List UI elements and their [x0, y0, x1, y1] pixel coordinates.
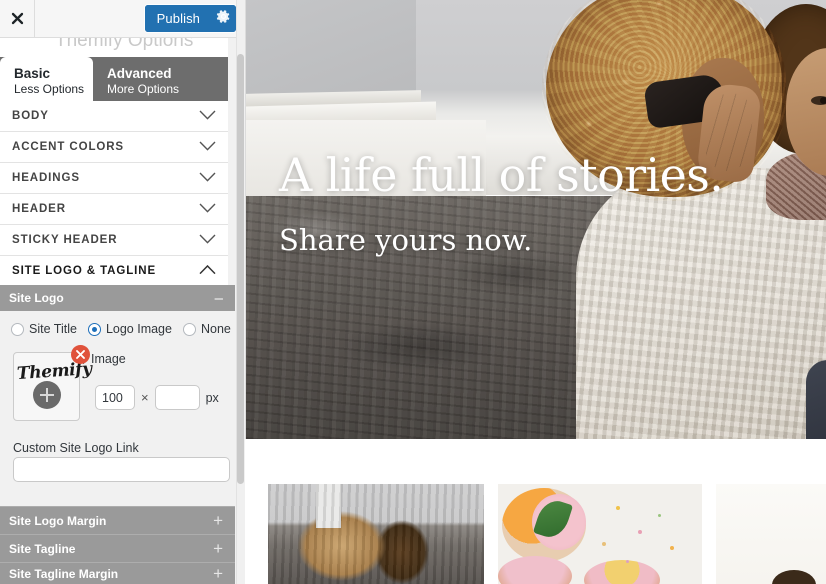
accordion-headings-label: HEADINGS	[12, 172, 80, 184]
accordion-header[interactable]: HEADER	[0, 194, 228, 225]
radio-none-label: None	[200, 322, 231, 336]
chevron-down-icon	[199, 107, 216, 125]
tab-advanced-subtitle: More Options	[107, 81, 180, 96]
sprinkle	[638, 530, 642, 534]
thumbnail-2[interactable]	[498, 484, 702, 584]
subsection-site-tagline[interactable]: Site Tagline +	[0, 534, 235, 562]
subsection-site-logo-header[interactable]: Site Logo –	[0, 285, 235, 311]
subsection-site-tagline-margin-label: Site Tagline Margin	[9, 566, 119, 581]
accordion-headings[interactable]: HEADINGS	[0, 163, 228, 194]
sprinkle	[626, 560, 629, 563]
tab-basic-subtitle: Less Options	[14, 81, 85, 96]
hero-section: A life full of stories. Share yours now.	[246, 0, 826, 439]
subsection-site-tagline-margin[interactable]: Site Tagline Margin +	[0, 562, 235, 584]
close-panel-button[interactable]	[0, 0, 35, 37]
minus-icon: –	[214, 289, 223, 307]
radio-logo-image-label: Logo Image	[105, 322, 172, 336]
accordion-body[interactable]: BODY	[0, 101, 228, 132]
plus-icon: +	[213, 539, 223, 558]
accordion-accent-colors[interactable]: ACCENT COLORS	[0, 132, 228, 163]
panel-tabs: Basic Less Options Advanced More Options	[0, 57, 228, 101]
thumb-window	[315, 484, 342, 528]
subsection-site-tagline-label: Site Tagline	[9, 541, 76, 556]
panel-scrollbar-thumb[interactable]	[237, 54, 244, 484]
radio-none[interactable]: None	[182, 322, 231, 336]
thumbnail-1-image	[268, 484, 484, 584]
sprinkle	[670, 546, 674, 550]
thumbnail-2-image	[498, 484, 702, 584]
tab-basic-title: Basic	[14, 65, 51, 81]
plus-circle-icon[interactable]	[33, 381, 61, 409]
radio-site-title-label: Site Title	[29, 322, 77, 336]
thumbnail-3[interactable]	[716, 484, 826, 584]
accordion-site-logo-tagline[interactable]: SITE LOGO & TAGLINE	[0, 256, 228, 287]
logo-width-input[interactable]	[95, 385, 135, 410]
donut-2	[498, 556, 572, 584]
chevron-up-icon	[199, 262, 216, 280]
custom-logo-link-label: Custom Site Logo Link	[13, 441, 139, 455]
donut-3	[584, 560, 660, 584]
tab-basic[interactable]: Basic Less Options	[0, 57, 93, 101]
chevron-down-icon	[199, 200, 216, 218]
hero-text-block: A life full of stories. Share yours now.	[246, 0, 826, 439]
accordion-sticky-header[interactable]: STICKY HEADER	[0, 225, 228, 256]
plus-icon: +	[213, 511, 223, 530]
thumb-portrait-head	[772, 570, 816, 584]
radio-none-control[interactable]	[182, 322, 196, 336]
size-separator: ×	[141, 390, 149, 405]
accordion-body-label: BODY	[12, 110, 49, 122]
accordion-accent-colors-label: ACCENT COLORS	[12, 141, 125, 153]
subsection-site-logo-margin-label: Site Logo Margin	[9, 513, 107, 528]
subsection-site-logo-margin[interactable]: Site Logo Margin +	[0, 506, 235, 534]
gear-icon	[216, 9, 231, 29]
site-logo-thumbnail[interactable]: Themify	[13, 345, 92, 421]
panel-topbar: Publish	[0, 0, 245, 38]
customizer-panel: Themify Options Publish Basic Less Optio…	[0, 0, 245, 584]
logo-height-input[interactable]	[154, 385, 200, 410]
thumbnail-1[interactable]	[268, 484, 484, 584]
radio-logo-image-control[interactable]	[87, 322, 101, 336]
remove-x-icon[interactable]	[71, 345, 90, 364]
panel-scrolled-title: Themify Options	[0, 38, 228, 57]
publish-settings-button[interactable]	[210, 5, 236, 32]
sprinkle	[658, 514, 661, 517]
sprinkle	[602, 542, 606, 546]
chevron-down-icon	[199, 138, 216, 156]
accordion-sticky-header-label: STICKY HEADER	[12, 234, 118, 246]
thumbnail-3-image	[716, 484, 826, 584]
customizer-screen: Themify Options Publish Basic Less Optio…	[0, 0, 826, 584]
hero-headline: A life full of stories.	[279, 148, 724, 202]
chevron-down-icon	[199, 231, 216, 249]
publish-group: Publish	[144, 5, 236, 32]
sprinkle	[616, 506, 620, 510]
radio-site-title-control[interactable]	[11, 322, 24, 336]
accordion-site-logo-tagline-label: SITE LOGO & TAGLINE	[12, 265, 157, 277]
subsection-site-logo-label: Site Logo	[9, 291, 64, 305]
accordion-header-label: HEADER	[12, 203, 66, 215]
plus-icon: +	[213, 564, 223, 583]
close-x-icon	[11, 12, 24, 25]
size-unit-label: px	[205, 390, 219, 405]
hero-subheadline: Share yours now.	[279, 223, 533, 257]
radio-site-title[interactable]: Site Title	[11, 322, 77, 336]
publish-button[interactable]: Publish	[144, 5, 210, 32]
custom-logo-link-input[interactable]	[13, 457, 230, 482]
image-field-label: Image	[91, 352, 126, 366]
tab-advanced-title: Advanced	[107, 65, 172, 81]
logo-size-row: × px	[95, 385, 219, 410]
site-logo-mode-radios: Site Title Logo Image None	[11, 322, 242, 336]
radio-logo-image[interactable]: Logo Image	[87, 322, 172, 336]
tab-advanced[interactable]: Advanced More Options	[93, 57, 228, 101]
panel-scrolled-title-text: Themify Options	[55, 38, 194, 51]
chevron-down-icon	[199, 169, 216, 187]
